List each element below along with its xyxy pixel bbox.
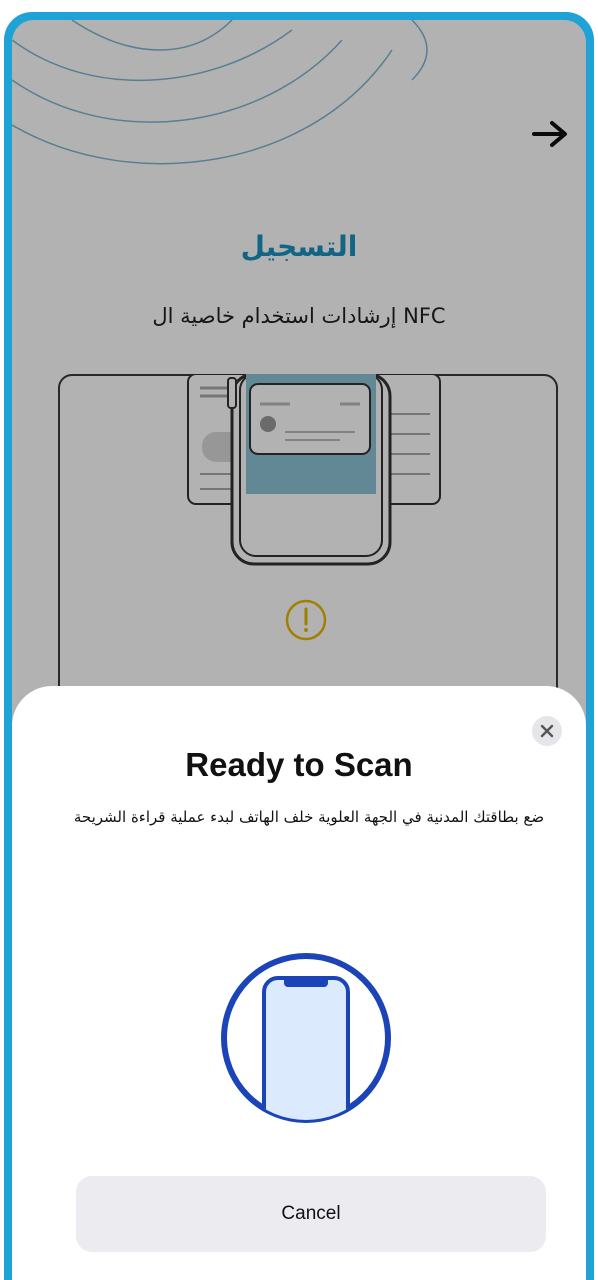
nfc-scan-sheet: Ready to Scan ضع بطاقتك المدنية في الجهة… (12, 686, 586, 1280)
cancel-button[interactable]: Cancel (76, 1176, 546, 1252)
app-screen: التسجيل إرشادات استخدام خاصية ال NFC Rea… (12, 20, 586, 1280)
device-frame: التسجيل إرشادات استخدام خاصية ال NFC Rea… (4, 12, 594, 1280)
close-icon (540, 724, 554, 738)
close-button[interactable] (532, 716, 562, 746)
sheet-description: ضع بطاقتك المدنية في الجهة العلوية خلف ا… (73, 808, 545, 826)
sheet-title: Ready to Scan (185, 746, 413, 783)
phone-in-circle-icon (221, 953, 391, 1123)
